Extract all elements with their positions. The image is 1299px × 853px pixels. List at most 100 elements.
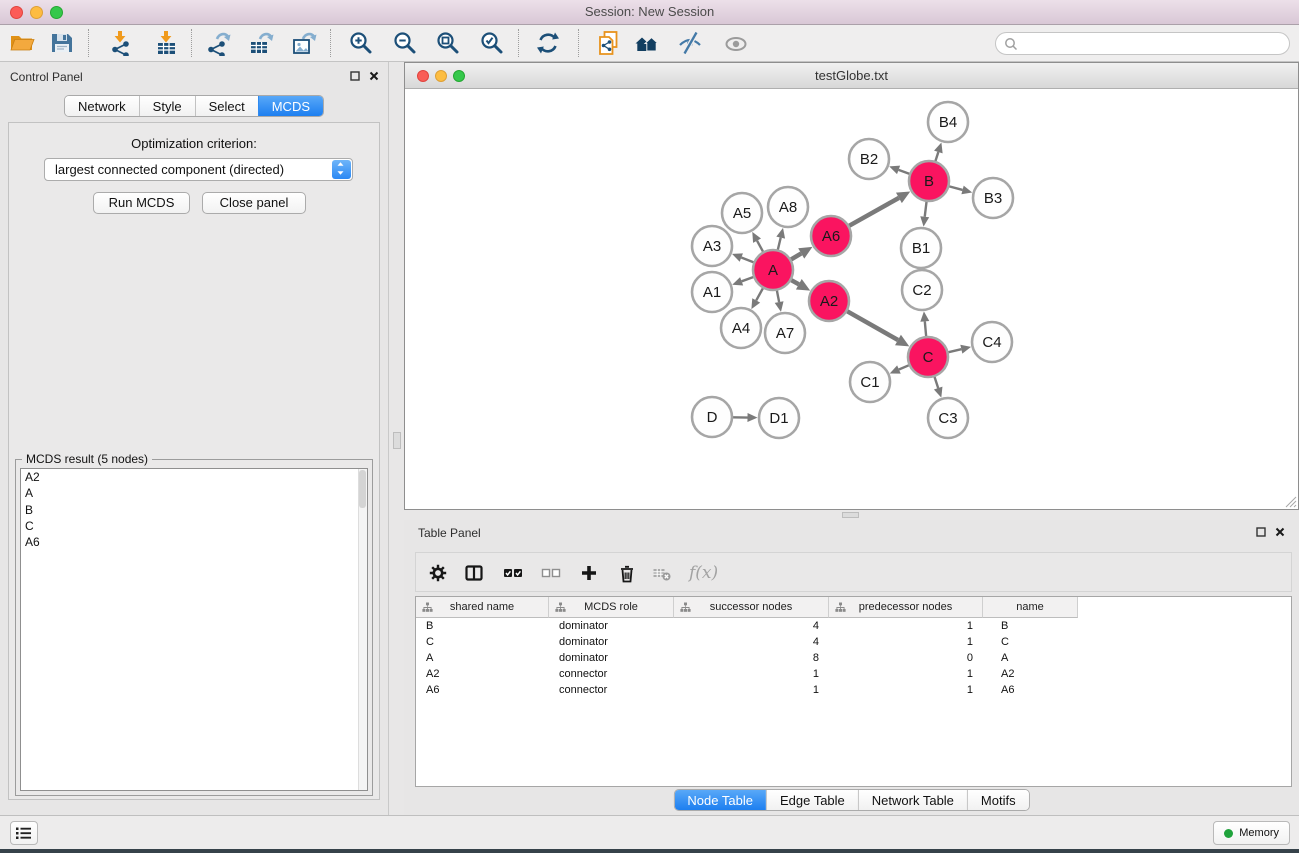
table-row[interactable]: Adominator80A <box>416 650 1291 666</box>
console-tasks-button[interactable] <box>10 821 38 845</box>
table-cell[interactable]: 4 <box>674 634 829 650</box>
column-header[interactable]: predecessor nodes <box>829 597 983 618</box>
network-window-titlebar[interactable]: testGlobe.txt <box>405 63 1298 89</box>
refresh-icon[interactable] <box>535 30 561 56</box>
table-cell[interactable]: 1 <box>829 618 983 634</box>
table-cell[interactable]: dominator <box>549 618 674 634</box>
graph-edge-A-A6[interactable] <box>790 253 801 259</box>
table-cell[interactable]: A <box>416 650 549 666</box>
graph-edge-A-A7[interactable] <box>777 290 779 302</box>
column-header[interactable]: shared name <box>416 597 549 618</box>
divider-grip[interactable] <box>842 512 859 518</box>
search-input[interactable] <box>1020 34 1284 53</box>
result-item[interactable]: B <box>21 502 367 518</box>
table-cell[interactable]: 1 <box>829 666 983 682</box>
add-column-icon[interactable] <box>579 563 599 583</box>
first-neighbors-icon[interactable] <box>634 30 660 56</box>
tab-edge-table[interactable]: Edge Table <box>766 790 858 810</box>
graph-edge-C-C1[interactable] <box>899 365 910 370</box>
table-cell[interactable]: 8 <box>674 650 829 666</box>
result-item[interactable]: A <box>21 485 367 501</box>
graph-edge-A6-B[interactable] <box>848 198 898 226</box>
import-network-icon[interactable] <box>107 30 133 56</box>
table-cell[interactable]: C <box>983 634 1078 650</box>
table-row[interactable]: A6connector11A6 <box>416 682 1291 698</box>
column-header[interactable]: MCDS role <box>549 597 674 618</box>
table-cell[interactable]: 1 <box>829 682 983 698</box>
graph-edge-B-B2[interactable] <box>899 170 911 174</box>
graph-edge-B-B4[interactable] <box>935 152 938 162</box>
table-cell[interactable]: 1 <box>674 682 829 698</box>
zoom-fit-icon[interactable] <box>435 30 461 56</box>
export-image-icon[interactable] <box>291 30 317 56</box>
table-cell[interactable]: dominator <box>549 650 674 666</box>
table-row[interactable]: Bdominator41B <box>416 618 1291 634</box>
select-all-columns-icon[interactable] <box>503 563 523 583</box>
export-network-icon[interactable] <box>205 30 231 56</box>
close-panel-icon[interactable] <box>1275 527 1285 537</box>
graph-edge-C-C4[interactable] <box>947 349 961 352</box>
graph-edge-A2-C[interactable] <box>846 311 898 340</box>
minimize-traffic-light[interactable] <box>435 70 447 82</box>
graph-edge-B-B1[interactable] <box>925 201 927 217</box>
table-cell[interactable]: A <box>983 650 1078 666</box>
column-header[interactable]: successor nodes <box>674 597 829 618</box>
zoom-in-icon[interactable] <box>348 30 374 56</box>
tab-mcds[interactable]: MCDS <box>258 96 323 116</box>
tab-motifs[interactable]: Motifs <box>967 790 1029 810</box>
unselect-all-columns-icon[interactable] <box>541 563 561 583</box>
graph-edge-A-A5[interactable] <box>757 241 763 253</box>
table-cell[interactable]: 1 <box>674 666 829 682</box>
show-hide-details-icon[interactable] <box>677 30 703 56</box>
graph-edge-A-A4[interactable] <box>756 288 763 301</box>
new-network-from-selection-icon[interactable] <box>595 30 621 56</box>
export-table-icon[interactable] <box>248 30 274 56</box>
import-table-icon[interactable] <box>153 30 179 56</box>
graph-edge-A-A8[interactable] <box>778 238 781 251</box>
tab-select[interactable]: Select <box>195 96 258 116</box>
graph-edge-B-B3[interactable] <box>948 186 962 190</box>
save-session-icon[interactable] <box>49 30 75 56</box>
result-scrollbar[interactable] <box>358 469 367 790</box>
window-resize-grip[interactable] <box>1285 496 1297 508</box>
scrollbar-thumb[interactable] <box>359 470 366 508</box>
graph-edge-C-C3[interactable] <box>934 376 938 388</box>
criterion-dropdown[interactable]: largest connected component (directed) <box>44 158 353 181</box>
tab-node-table[interactable]: Node Table <box>674 790 766 810</box>
run-mcds-button[interactable]: Run MCDS <box>93 192 190 214</box>
zoom-selected-icon[interactable] <box>479 30 505 56</box>
result-item[interactable]: A6 <box>21 534 367 550</box>
result-item[interactable]: C <box>21 518 367 534</box>
table-cell[interactable]: C <box>416 634 549 650</box>
tab-network-table[interactable]: Network Table <box>858 790 967 810</box>
table-cell[interactable]: 0 <box>829 650 983 666</box>
table-options-gear-icon[interactable] <box>428 563 448 583</box>
table-row[interactable]: Cdominator41C <box>416 634 1291 650</box>
show-columns-icon[interactable] <box>464 563 484 583</box>
graph-edge-C-C2[interactable] <box>925 321 926 337</box>
table-cell[interactable]: A2 <box>983 666 1078 682</box>
memory-button[interactable]: Memory <box>1213 821 1290 845</box>
delete-columns-icon[interactable] <box>617 563 637 583</box>
open-session-icon[interactable] <box>9 30 35 56</box>
close-traffic-light[interactable] <box>417 70 429 82</box>
table-cell[interactable]: B <box>983 618 1078 634</box>
zoom-out-icon[interactable] <box>392 30 418 56</box>
tab-network[interactable]: Network <box>65 96 139 116</box>
graph-edge-A-A3[interactable] <box>741 258 754 263</box>
table-cell[interactable]: dominator <box>549 634 674 650</box>
table-cell[interactable]: 4 <box>674 618 829 634</box>
divider-grip[interactable] <box>393 432 401 449</box>
graph-edge-A-A1[interactable] <box>742 277 755 282</box>
result-item[interactable]: A2 <box>21 469 367 485</box>
close-traffic-light[interactable] <box>10 6 23 19</box>
minimize-traffic-light[interactable] <box>30 6 43 19</box>
table-cell[interactable]: A6 <box>416 682 549 698</box>
table-row[interactable]: A2connector11A2 <box>416 666 1291 682</box>
zoom-traffic-light[interactable] <box>453 70 465 82</box>
tab-style[interactable]: Style <box>139 96 195 116</box>
float-panel-icon[interactable] <box>1256 527 1266 537</box>
close-panel-icon[interactable] <box>369 71 379 81</box>
table-cell[interactable]: connector <box>549 666 674 682</box>
table-cell[interactable]: A6 <box>983 682 1078 698</box>
